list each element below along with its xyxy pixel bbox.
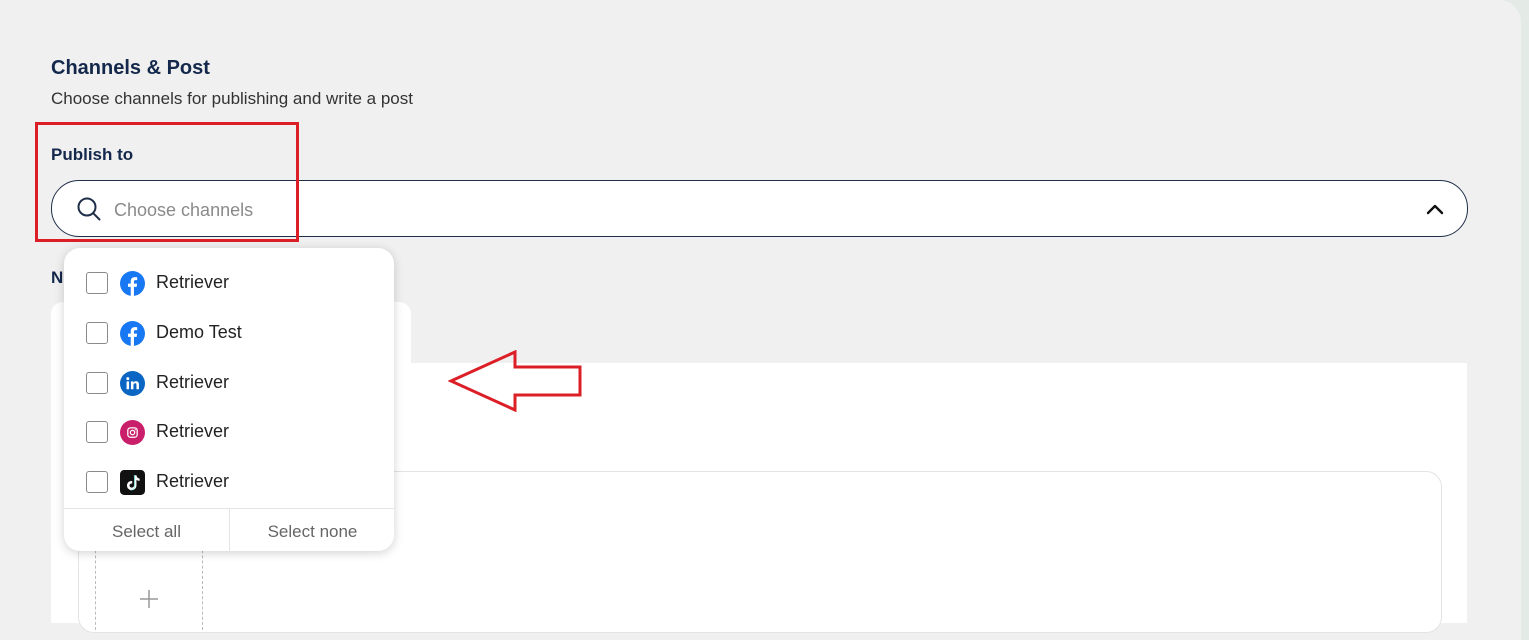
media-upload-area[interactable] bbox=[95, 540, 203, 630]
channel-search-input[interactable] bbox=[112, 195, 1396, 225]
channel-option-label: Retriever bbox=[156, 272, 230, 292]
linkedin-icon bbox=[120, 371, 145, 396]
instagram-icon bbox=[120, 420, 145, 445]
section-subtitle: Choose channels for publishing and write… bbox=[51, 89, 413, 108]
channel-option[interactable]: Retriever bbox=[64, 462, 394, 502]
select-all-button[interactable]: Select all bbox=[64, 509, 229, 551]
channel-option[interactable]: Retriever bbox=[64, 263, 394, 303]
channel-option-label: Retriever bbox=[156, 421, 230, 441]
post-section-label: N bbox=[51, 268, 64, 287]
dropdown-footer: Select all Select none bbox=[64, 508, 394, 551]
facebook-icon bbox=[120, 271, 145, 296]
channel-option-label: Retriever bbox=[156, 372, 230, 392]
option-checkbox[interactable] bbox=[86, 372, 108, 394]
option-checkbox[interactable] bbox=[86, 322, 108, 344]
annotation-highlight-box bbox=[35, 122, 299, 242]
channel-option-label: Retriever bbox=[156, 471, 230, 491]
section-title: Channels & Post bbox=[51, 57, 210, 79]
option-checkbox[interactable] bbox=[86, 471, 108, 493]
channel-dropdown: Retriever Demo Test Retriever Retriever bbox=[64, 248, 394, 551]
chevron-up-icon[interactable] bbox=[1425, 200, 1445, 218]
select-none-button[interactable]: Select none bbox=[230, 509, 394, 551]
annotation-arrow-icon bbox=[448, 350, 582, 412]
channel-option[interactable]: Demo Test bbox=[64, 313, 394, 353]
option-checkbox[interactable] bbox=[86, 272, 108, 294]
tiktok-icon bbox=[120, 470, 145, 495]
channel-option-label: Demo Test bbox=[156, 322, 242, 342]
channel-option[interactable]: Retriever bbox=[64, 363, 394, 403]
option-checkbox[interactable] bbox=[86, 421, 108, 443]
facebook-icon bbox=[120, 321, 145, 346]
channel-option[interactable]: Retriever bbox=[64, 412, 394, 452]
